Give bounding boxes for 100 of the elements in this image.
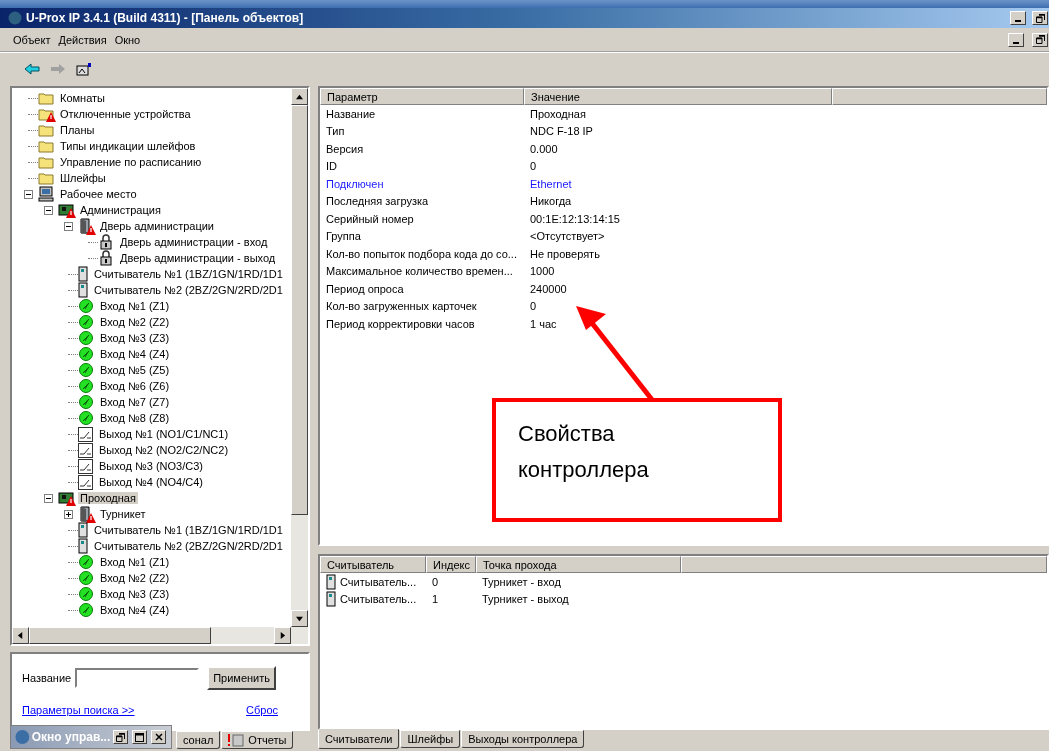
tree-item[interactable]: Шлейфы [58,172,108,184]
tree-item[interactable]: Вход №2 (Z2) [98,572,172,584]
annotation-callout: Свойства контроллера [492,398,782,522]
column-header[interactable]: Параметр [320,88,524,105]
value-cell-text: 0 [529,160,538,173]
panel-tab[interactable]: Отчеты [221,731,294,750]
restore-icon [116,732,126,742]
sensor-icon [78,330,94,346]
card-reader-icon [78,266,88,282]
tree-item[interactable]: Вход №4 (Z4) [98,604,172,616]
minimize-button[interactable] [1010,11,1026,25]
name-label: Название [22,671,72,684]
restore-button[interactable] [1032,11,1048,25]
reset-link[interactable]: Сброс [246,703,278,716]
tree-item[interactable]: Управление по расписанию [58,156,204,168]
menu-item[interactable]: Окно [113,31,142,48]
expander-toggle[interactable] [43,493,53,503]
column-header[interactable]: Значение [524,88,832,105]
access-point-cell-text: Турникет - вход [481,575,562,588]
panel-tab[interactable]: Считыватели [318,729,400,749]
warning-icon [46,112,56,122]
sensor-icon [78,410,94,426]
folder-icon [38,139,54,153]
tree-item[interactable]: Считыватель №1 (1BZ/1GN/1RD/1D1 [92,268,285,280]
restore-button[interactable] [113,730,129,744]
window-title: U-Prox IP 3.4.1 (Build 4311) - [Панель объектов] [26,11,305,25]
menu-item[interactable]: Действия [57,31,108,48]
close-button[interactable] [151,730,166,744]
left-arrow-icon [17,631,24,639]
expander-toggle[interactable] [23,189,33,199]
tree-item[interactable]: Вход №2 (Z2) [98,316,172,328]
sensor-icon [78,378,94,394]
tree-item[interactable]: Типы индикации шлейфов [58,140,198,152]
tree-item[interactable]: Турникет [98,508,148,520]
column-header[interactable]: Индекс [426,556,476,573]
tree-item[interactable]: Вход №7 (Z7) [98,396,172,408]
sensor-icon [78,346,94,362]
padlock-icon [98,234,114,250]
horizontal-scrollbar[interactable] [12,626,308,644]
apply-button[interactable]: Применить [207,665,276,690]
maximize-button[interactable] [132,730,148,744]
parameter-cell-text: Подключен [325,177,385,190]
tree-item[interactable]: Считыватель №2 (2BZ/2GN/2RD/2D1 [92,540,285,552]
back-arrow-icon[interactable] [24,62,40,75]
tree-item[interactable]: Выход №1 (NO1/C1/NC1) [97,428,231,440]
minimize-button[interactable] [1008,32,1024,47]
tree-item[interactable]: Выход №2 (NO2/C2/NC2) [97,444,231,456]
tree-item[interactable]: Вход №4 (Z4) [98,348,172,360]
value-cell-text: <Отсутствует> [529,230,606,243]
expander-toggle[interactable] [43,205,53,215]
warning-icon [86,225,96,235]
tree-item[interactable]: Вход №1 (Z1) [98,300,172,312]
sensor-icon [78,362,94,378]
panel-tab[interactable]: Шлейфы [400,730,461,748]
vertical-scrollbar[interactable] [291,88,308,627]
tree-item[interactable]: Дверь администрации - вход [118,236,270,248]
tree-item[interactable]: Вход №1 (Z1) [98,556,172,568]
panel-tab[interactable]: Выходы контроллера [461,730,585,748]
expander-toggle[interactable] [63,221,73,231]
value-cell-text: 1 час [529,317,558,330]
tree-item[interactable]: Вход №6 (Z6) [98,380,172,392]
folder-icon [38,123,54,137]
tree-item[interactable]: Администрация [78,204,163,216]
tree-item[interactable]: Вход №5 (Z5) [98,364,172,376]
parameter-cell-text: Период корректировки часов [325,317,476,330]
tree-item[interactable]: Вход №8 (Z8) [98,412,172,424]
column-header[interactable]: Точка прохода [476,556,681,573]
expander-toggle[interactable] [63,509,73,519]
tree-item[interactable]: Дверь администрации - выход [118,252,278,264]
value-cell-text: 0.000 [529,142,559,155]
maximize-icon [135,732,145,742]
sensor-icon [78,570,94,586]
tree-item[interactable]: Дверь администрации [98,220,217,232]
search-options-link[interactable]: Параметры поиска >> [22,703,135,716]
report-icon [228,733,245,748]
card-reader-icon [78,522,88,538]
tree-item[interactable]: Проходная [78,492,138,504]
column-header[interactable]: Считыватель [320,556,426,573]
up-arrow-icon [296,93,303,100]
minimized-window-title: Окно управ... [31,730,111,744]
properties-icon[interactable] [76,61,92,76]
value-cell-text: 240000 [529,282,568,295]
value-cell-text: 0 [529,300,538,313]
panel-tab[interactable]: сонал [176,731,221,750]
tree-item[interactable]: Считыватель №1 (1BZ/1GN/1RD/1D1 [92,524,285,536]
tree-item[interactable]: Выход №3 (NO3/C3) [97,460,205,472]
tree-item[interactable]: Вход №3 (Z3) [98,588,172,600]
tree-item[interactable]: Планы [58,124,97,136]
tree-item[interactable]: Считыватель №2 (2BZ/2GN/2RD/2D1 [92,284,285,296]
tree-item[interactable]: Вход №3 (Z3) [98,332,172,344]
parameter-cell-text: Версия [325,142,365,155]
value-cell-text: NDC F-18 IP [529,125,594,138]
menu-item[interactable]: Объект [12,31,52,48]
tree-item[interactable]: Отключенные устройства [58,108,193,120]
app-logo-icon [8,11,22,25]
tree-item[interactable]: Выход №4 (NO4/C4) [97,476,205,488]
tree-item[interactable]: Комнаты [58,92,107,104]
tree-item[interactable]: Рабочее место [58,188,139,200]
relay-switch-icon [78,458,93,474]
restore-button[interactable] [1032,32,1048,47]
